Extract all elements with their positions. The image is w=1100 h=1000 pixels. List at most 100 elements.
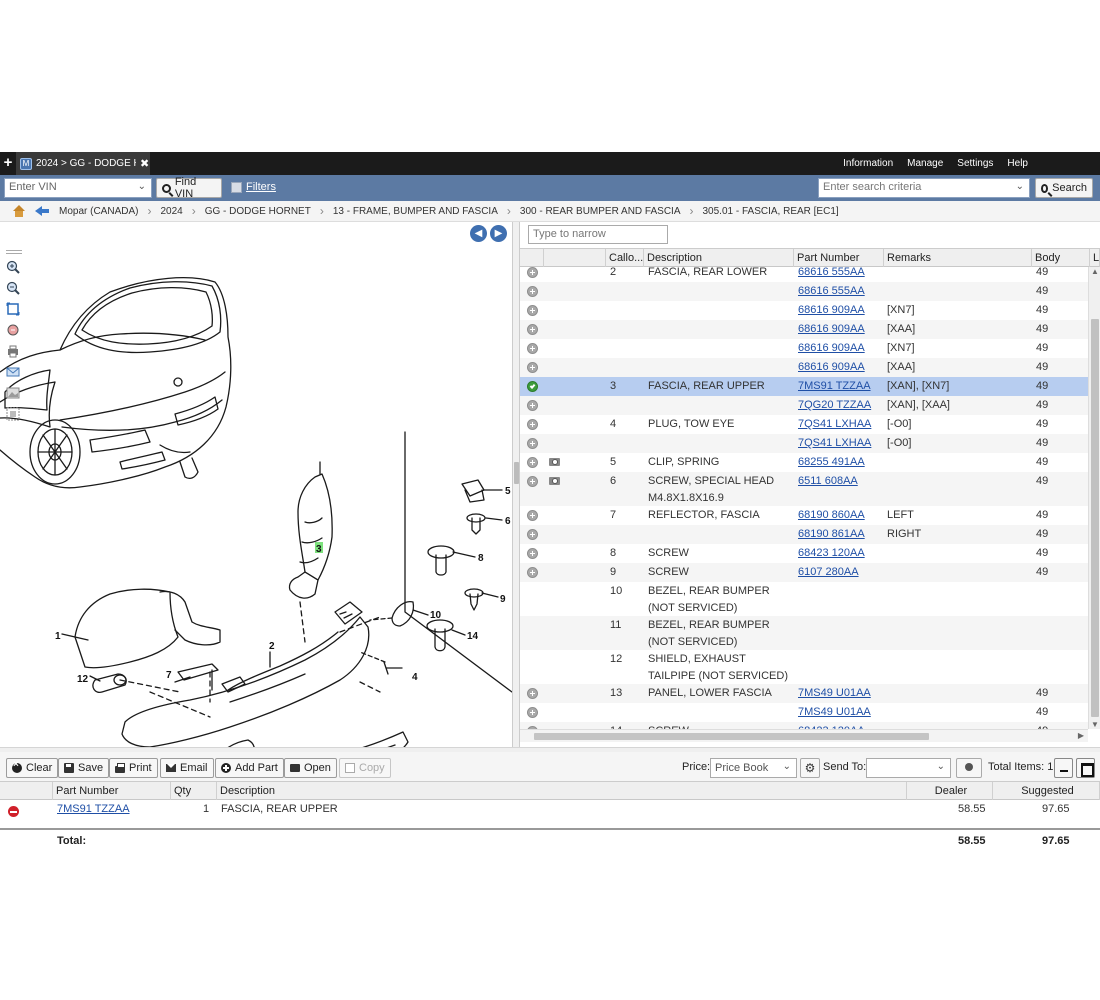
table-row[interactable]: 8 SCREW 68423 120AA 49 <box>520 544 1088 563</box>
breadcrumb-item-model[interactable]: GG - DODGE HORNET <box>205 206 311 217</box>
back-arrow-icon[interactable] <box>35 205 49 217</box>
table-row[interactable]: 7QG20 TZZAA [XAN], [XAA] 49 <box>520 396 1088 415</box>
menu-settings[interactable]: Settings <box>957 158 993 169</box>
col-l[interactable]: L <box>1090 249 1100 267</box>
email-icon[interactable] <box>6 365 20 379</box>
remove-item-icon[interactable] <box>8 806 19 817</box>
chevron-down-icon[interactable]: ⌄ <box>138 181 146 192</box>
callout-7[interactable]: 7 <box>166 670 172 681</box>
send-to-select[interactable]: ⌄ <box>866 758 951 778</box>
next-figure-icon[interactable]: ▶ <box>490 225 507 242</box>
print-button[interactable]: Print <box>109 758 158 778</box>
row-part-number[interactable]: 7QS41 LXHAA <box>798 437 871 449</box>
add-to-cart-icon[interactable] <box>527 419 538 430</box>
pan-icon[interactable] <box>6 323 20 337</box>
add-to-cart-icon[interactable] <box>527 286 538 297</box>
menu-information[interactable]: Information <box>843 158 893 169</box>
table-row[interactable]: 2 FASCIA, REAR LOWER 68616 555AA 49 <box>520 267 1088 282</box>
cart-col-part-number[interactable]: Part Number <box>53 782 171 800</box>
add-to-cart-icon[interactable] <box>527 510 538 521</box>
horizontal-scrollbar[interactable]: ▶ <box>520 729 1088 742</box>
add-to-cart-icon[interactable] <box>527 476 538 487</box>
previous-figure-icon[interactable]: ◀ <box>470 225 487 242</box>
row-part-number[interactable]: 68423 120AA <box>798 547 865 559</box>
vertical-scrollbar[interactable]: ▲ ▼ <box>1088 267 1100 729</box>
search-button[interactable]: Search <box>1035 178 1093 198</box>
camera-icon[interactable] <box>549 458 560 466</box>
table-row[interactable]: 11 BEZEL, REAR BUMPER (NOT SERVICED) <box>520 616 1088 650</box>
table-row[interactable]: 13 PANEL, LOWER FASCIA 7MS49 U01AA 49 <box>520 684 1088 703</box>
row-part-number[interactable]: 68616 909AA <box>798 342 865 354</box>
table-row[interactable]: 68616 909AA [XAA] 49 <box>520 358 1088 377</box>
add-to-cart-icon[interactable] <box>527 267 538 278</box>
add-part-button[interactable]: Add Part <box>215 758 284 778</box>
table-row[interactable]: 7QS41 LXHAA [-O0] 49 <box>520 434 1088 453</box>
search-criteria-input[interactable]: Enter search criteria ⌄ <box>818 178 1030 198</box>
table-row[interactable]: 6 SCREW, SPECIAL HEAD M4.8X1.8X16.9 6511 6… <box>520 472 1088 506</box>
col-remarks[interactable]: Remarks <box>884 249 1032 267</box>
find-vin-button[interactable]: Find VIN <box>156 176 222 200</box>
add-to-cart-icon[interactable] <box>527 688 538 699</box>
callout-12[interactable]: 12 <box>77 674 89 685</box>
price-select[interactable]: Price Book ⌄ <box>710 758 797 778</box>
filters-checkbox[interactable] <box>231 181 242 193</box>
filters-toggle[interactable]: Filters <box>231 181 276 193</box>
col-image[interactable] <box>544 249 606 267</box>
table-row[interactable]: 68616 909AA [XN7] 49 <box>520 301 1088 320</box>
add-to-cart-icon[interactable] <box>527 457 538 468</box>
in-cart-check-icon[interactable] <box>527 381 538 392</box>
add-to-cart-icon[interactable] <box>527 438 538 449</box>
filters-label[interactable]: Filters <box>246 181 276 193</box>
table-row[interactable]: 7 REFLECTOR, FASCIA 68190 860AA LEFT 49 <box>520 506 1088 525</box>
home-icon[interactable] <box>12 205 25 217</box>
horizontal-scroll-thumb[interactable] <box>534 733 929 740</box>
row-part-number[interactable]: 68190 861AA <box>798 528 865 540</box>
row-part-number[interactable]: 68616 555AA <box>798 267 865 278</box>
row-part-number[interactable]: 7MS49 U01AA <box>798 687 871 699</box>
pane-splitter[interactable] <box>512 222 520 747</box>
maximize-cart-button[interactable] <box>1076 758 1095 778</box>
breadcrumb-item-year[interactable]: 2024 <box>160 206 182 217</box>
chevron-down-icon[interactable]: ⌄ <box>1016 181 1024 192</box>
row-part-number[interactable]: 68616 909AA <box>798 361 865 373</box>
cart-item-qty[interactable]: 1 <box>203 803 209 815</box>
col-callout[interactable]: Callo... <box>606 249 644 267</box>
table-row[interactable]: 4 PLUG, TOW EYE 7QS41 LXHAA [-O0] 49 <box>520 415 1088 434</box>
col-body[interactable]: Body <box>1032 249 1090 267</box>
gear-icon[interactable]: ⚙ <box>800 758 820 778</box>
copy-button[interactable]: Copy <box>339 758 391 778</box>
email-button[interactable]: Email <box>160 758 214 778</box>
callout-1[interactable]: 1 <box>55 631 61 642</box>
callout-9[interactable]: 9 <box>500 594 506 605</box>
add-to-cart-icon[interactable] <box>527 324 538 335</box>
vehicle-tab[interactable]: M 2024 > GG - DODGE HO... ✖ <box>16 152 150 175</box>
row-part-number[interactable]: 68616 909AA <box>798 304 865 316</box>
vertical-scroll-thumb[interactable] <box>1091 319 1099 717</box>
add-to-cart-icon[interactable] <box>527 529 538 540</box>
add-to-cart-icon[interactable] <box>527 362 538 373</box>
callout-2[interactable]: 2 <box>269 641 275 652</box>
col-part-number[interactable]: Part Number <box>794 249 884 267</box>
row-part-number[interactable]: 68190 860AA <box>798 509 865 521</box>
breadcrumb-item-subgroup[interactable]: 300 - REAR BUMPER AND FASCIA <box>520 206 681 217</box>
table-row[interactable]: 14SCREW68423 120AA49 <box>520 722 1088 729</box>
row-part-number[interactable]: 6511 608AA <box>798 475 858 487</box>
add-to-cart-icon[interactable] <box>527 548 538 559</box>
save-button[interactable]: Save <box>58 758 110 778</box>
col-description[interactable]: Description <box>644 249 794 267</box>
cart-col-qty[interactable]: Qty <box>171 782 217 800</box>
cart-item-part-number[interactable]: 7MS91 TZZAA <box>57 803 130 815</box>
scroll-down-icon[interactable]: ▼ <box>1091 720 1099 729</box>
col-action[interactable] <box>520 249 544 267</box>
menu-help[interactable]: Help <box>1007 158 1028 169</box>
send-go-button[interactable] <box>956 758 982 778</box>
callout-8[interactable]: 8 <box>478 553 484 564</box>
row-part-number[interactable]: 7MS91 TZZAA <box>798 380 871 392</box>
scroll-right-icon[interactable]: ▶ <box>1078 731 1084 740</box>
cart-col-description[interactable]: Description <box>217 782 907 800</box>
select-icon[interactable] <box>6 407 20 421</box>
minimize-cart-button[interactable] <box>1054 758 1073 778</box>
add-to-cart-icon[interactable] <box>527 400 538 411</box>
breadcrumb-item-group[interactable]: 13 - FRAME, BUMPER AND FASCIA <box>333 206 498 217</box>
callout-3[interactable]: 3 <box>316 544 322 555</box>
